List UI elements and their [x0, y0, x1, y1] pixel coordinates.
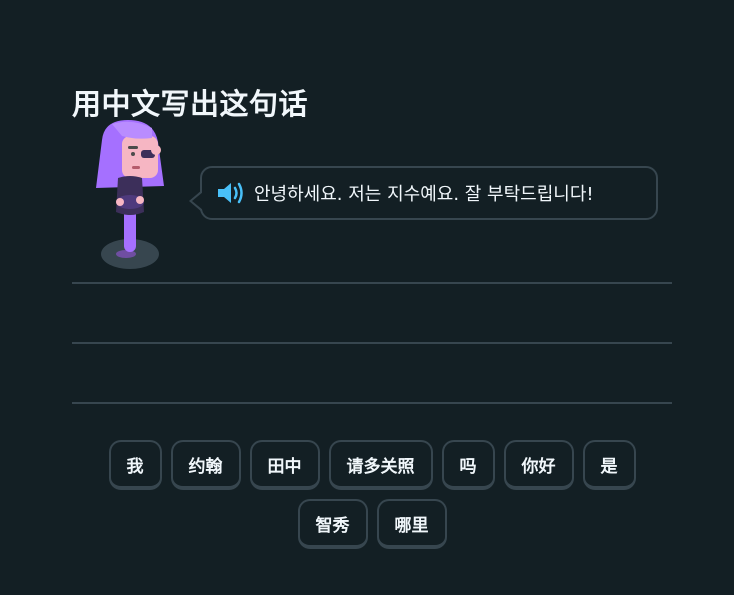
word-tile-wo[interactable]: 我 [108, 440, 162, 490]
speaker-icon[interactable] [216, 180, 246, 206]
lily-character-icon [96, 120, 164, 269]
exercise-page: 用中文写出这句话 안녕하세요. 저는 지수예요. 잘 부탁드립니다! 我 约翰 … [0, 0, 734, 595]
word-tile-nihao[interactable]: 你好 [503, 440, 574, 490]
word-tile-yuehan[interactable]: 约翰 [170, 440, 241, 490]
bubble-tail-inner [192, 192, 203, 210]
word-tile-qingduoguanzhao[interactable]: 请多关照 [328, 440, 433, 490]
prompt-sentence: 안녕하세요. 저는 지수예요. 잘 부탁드립니다! [254, 184, 594, 205]
word-bank-row-2: 智秀 哪里 [72, 499, 672, 549]
word-tile-zhixiu[interactable]: 智秀 [297, 499, 368, 549]
word-bank-row-1: 我 约翰 田中 请多关照 吗 你好 是 [72, 440, 672, 490]
answer-line [72, 402, 672, 404]
word-tile-shi[interactable]: 是 [582, 440, 636, 490]
word-tile-tianzhong[interactable]: 田中 [249, 440, 320, 490]
word-tile-ma[interactable]: 吗 [441, 440, 495, 490]
answer-line [72, 282, 672, 284]
speech-bubble[interactable]: 안녕하세요. 저는 지수예요. 잘 부탁드립니다! [189, 166, 658, 220]
answer-line [72, 342, 672, 344]
word-bank: 我 约翰 田中 请多关照 吗 你好 是 智秀 哪里 [72, 440, 672, 558]
word-tile-nali[interactable]: 哪里 [376, 499, 447, 549]
character-illustration [92, 116, 168, 272]
